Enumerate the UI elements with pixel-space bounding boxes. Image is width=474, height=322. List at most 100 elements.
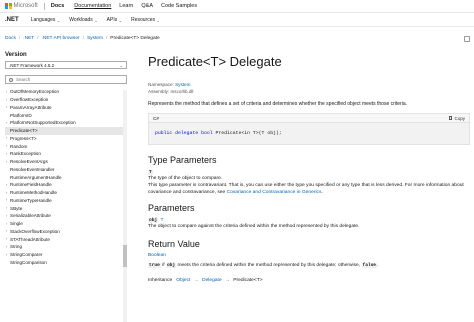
toc-item[interactable]: › RuntimeFieldHandle bbox=[5, 181, 127, 189]
toc-item[interactable]: StringComparison bbox=[5, 259, 127, 267]
breadcrumb-current: Predicate<T> Delegate bbox=[110, 35, 160, 41]
return-type-link[interactable]: Boolean bbox=[148, 253, 470, 258]
copy-icon bbox=[448, 116, 453, 120]
api-metadata: Namespace: System Assembly: mscorlib.dll bbox=[148, 82, 470, 95]
breadcrumb-separator: / bbox=[82, 35, 84, 41]
nav-resources-label: Resources bbox=[131, 17, 155, 23]
code-block-header: C# Copy bbox=[149, 114, 469, 123]
toc-item-label: StringComparison bbox=[10, 259, 47, 265]
code-keyword: delegate bbox=[175, 131, 199, 136]
toc-item[interactable]: Predicate<T> bbox=[5, 126, 127, 135]
inheritance-label: Inheritance bbox=[148, 278, 173, 283]
toc-item[interactable]: › SByte bbox=[5, 204, 127, 212]
version-label: Version bbox=[5, 52, 27, 58]
search-icon bbox=[9, 77, 13, 82]
nav-learn[interactable]: Learn bbox=[119, 3, 133, 9]
nav-code-samples[interactable]: Code Samples bbox=[161, 3, 197, 9]
breadcrumb-dotnet[interactable]: .NET bbox=[23, 36, 34, 41]
toc-item[interactable]: › ResolveEventArgs bbox=[5, 158, 127, 166]
return-desc: true if obj meets the criteria defined w… bbox=[148, 262, 470, 269]
parameters-heading: Parameters bbox=[148, 203, 195, 213]
nav-qa[interactable]: Q&A bbox=[141, 3, 153, 9]
toc-item[interactable]: ResolveEventHandler bbox=[5, 166, 127, 174]
param-type-link[interactable]: T bbox=[161, 217, 164, 222]
microsoft-logo[interactable]: Microsoft bbox=[5, 2, 38, 10]
toc-item[interactable]: › PlatformNotSupportedException bbox=[5, 119, 127, 127]
covariance-link[interactable]: Covariance and Contravariance in Generic… bbox=[227, 190, 322, 195]
breadcrumb-system[interactable]: System bbox=[87, 36, 103, 41]
toc-item-label: StringComparer bbox=[10, 252, 43, 258]
breadcrumb-separator: / bbox=[18, 35, 21, 41]
toc-item[interactable]: › StringComparer bbox=[5, 251, 127, 259]
copy-button[interactable]: Copy bbox=[448, 115, 465, 121]
product-brand[interactable]: .NET bbox=[5, 17, 19, 23]
nav-resources[interactable]: Resources ⌄ bbox=[131, 17, 160, 23]
chevron-down-icon: ⌄ bbox=[94, 17, 98, 23]
toc-item[interactable]: › StackOverflowException bbox=[5, 228, 127, 236]
toc-scrollbar[interactable] bbox=[123, 90, 127, 322]
toc-item[interactable]: › ParamArrayAttribute bbox=[5, 104, 127, 112]
toc-item-label: Progress<T> bbox=[10, 135, 37, 141]
arrow-right-icon: → bbox=[224, 278, 230, 283]
param-desc: The object to compare against the criter… bbox=[148, 224, 360, 229]
microsoft-logo-icon bbox=[5, 2, 12, 10]
toc-filter-input[interactable]: Search bbox=[5, 75, 127, 84]
breadcrumb-docs[interactable]: Docs bbox=[5, 36, 16, 41]
toc-item[interactable]: › String bbox=[5, 243, 127, 251]
assembly-label: Assembly: bbox=[148, 88, 170, 94]
code-text: Predicate<in T>(T obj); bbox=[215, 131, 282, 136]
toc-tree: › OutOfMemoryException › OverflowException ›… bbox=[5, 88, 127, 298]
toc-item-label: ResolveEventHandler bbox=[10, 166, 55, 172]
toc-item[interactable]: › SerializableAttribute bbox=[5, 212, 127, 220]
toc-item-label: SerializableAttribute bbox=[10, 213, 51, 219]
toc-item[interactable]: › RuntimeTypeHandle bbox=[5, 197, 127, 205]
assembly-value: mscorlib.dll bbox=[170, 88, 194, 94]
toc-item[interactable]: › RuntimeMethodHandle bbox=[5, 189, 127, 197]
code-language-label: C# bbox=[153, 115, 159, 121]
copy-label: Copy bbox=[454, 115, 465, 121]
return-false-code: false bbox=[361, 263, 378, 268]
nav-workloads[interactable]: Workloads ⌄ bbox=[69, 17, 97, 23]
breadcrumb-separator: / bbox=[105, 35, 108, 41]
chevron-down-icon: ⌄ bbox=[118, 17, 123, 23]
nav-apis[interactable]: APIs ⌄ bbox=[107, 17, 122, 23]
focus-mode-icon[interactable] bbox=[464, 36, 470, 42]
inheritance-current: Predicate<T> bbox=[233, 278, 263, 283]
toc-item-label: PlatformNotSupportedException bbox=[10, 120, 76, 126]
toc-item[interactable]: PlatformID bbox=[5, 111, 127, 119]
toc-item-label: SByte bbox=[10, 205, 23, 211]
namespace-link[interactable]: System bbox=[175, 82, 190, 87]
toc-item[interactable]: › STAThreadAttribute bbox=[5, 235, 127, 243]
toc-item-label: Single bbox=[10, 221, 23, 227]
toc-item[interactable]: › OverflowException bbox=[5, 96, 127, 104]
main-content: Predicate<T> Delegate Namespace: System … bbox=[148, 46, 470, 322]
toc-item[interactable]: › Progress<T> bbox=[5, 135, 127, 143]
toc-item[interactable]: › RankException bbox=[5, 150, 127, 158]
nav-languages[interactable]: Languages ⌄ bbox=[31, 17, 61, 23]
inheritance-delegate-link[interactable]: Delegate bbox=[202, 278, 222, 283]
nav-documentation[interactable]: Documentation bbox=[74, 3, 111, 9]
toc-item-label: OutOfMemoryException bbox=[10, 89, 60, 95]
microsoft-brand-text: Microsoft bbox=[13, 3, 38, 9]
nav-apis-label: APIs bbox=[106, 17, 118, 23]
contravariance-end: . bbox=[321, 190, 323, 195]
toc-item-label: String bbox=[10, 244, 23, 250]
docs-home-link[interactable]: Docs bbox=[51, 3, 64, 9]
arrow-right-icon: → bbox=[193, 278, 199, 283]
code-signature: public delegate bool Predicate<in T>(T o… bbox=[149, 123, 469, 144]
chevron-down-icon: ⌄ bbox=[56, 17, 61, 23]
toc-item-label: StackOverflowException bbox=[10, 228, 60, 234]
code-keyword: bool bbox=[201, 131, 213, 136]
chevron-down-icon: ⌄ bbox=[156, 17, 160, 23]
version-select[interactable]: .NET Framework 4.5.2 ⌄ bbox=[5, 61, 127, 69]
inheritance-object-link[interactable]: Object bbox=[176, 278, 190, 283]
version-select-value: .NET Framework 4.5.2 bbox=[9, 62, 55, 68]
toc-item[interactable]: › Random bbox=[5, 142, 127, 150]
toc-item[interactable]: › Single bbox=[5, 220, 127, 228]
contravariance-note: This type parameter is contravariant. Th… bbox=[148, 182, 470, 196]
toc-item[interactable]: RuntimeArgumentHandle bbox=[5, 173, 127, 181]
toc-item[interactable]: › OutOfMemoryException bbox=[5, 88, 127, 96]
breadcrumb-api-browser[interactable]: .NET API browser bbox=[42, 36, 80, 41]
toc-item-label: RuntimeTypeHandle bbox=[10, 197, 52, 203]
toc-scroll-thumb[interactable] bbox=[123, 245, 127, 267]
